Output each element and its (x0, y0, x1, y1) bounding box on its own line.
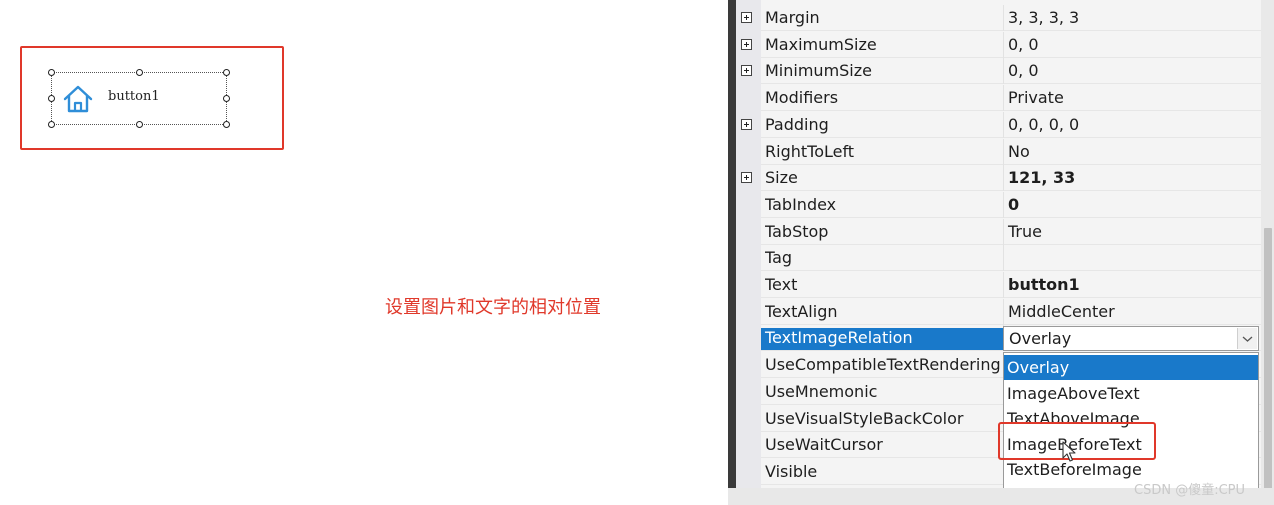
property-name: Visible (765, 462, 818, 481)
property-name: Modifiers (765, 88, 839, 107)
expand-plus-icon[interactable] (741, 119, 752, 130)
column-divider (1003, 272, 1004, 298)
property-name: TabIndex (765, 195, 837, 214)
resize-handle-bottom-left[interactable] (48, 121, 55, 128)
dropdown-option-overlay[interactable]: Overlay (1004, 355, 1258, 380)
property-name: UseWaitCursor (765, 435, 883, 454)
column-divider (1003, 85, 1004, 111)
property-value[interactable]: 0 (1008, 195, 1258, 214)
property-value[interactable]: MiddleCenter (1008, 302, 1258, 321)
resize-handle-top-left[interactable] (48, 69, 55, 76)
property-row-tabstop[interactable]: TabStop True (761, 219, 1261, 245)
column-divider (1003, 5, 1004, 31)
dropdown-current-value: Overlay (1009, 329, 1072, 348)
resize-handle-middle-left[interactable] (48, 95, 55, 102)
mouse-cursor-icon (1062, 441, 1076, 462)
property-name: TextAlign (765, 302, 838, 321)
dropdown-option-imageabovetext[interactable]: ImageAboveText (1004, 381, 1258, 406)
designer-button-text: button1 (108, 89, 160, 104)
column-divider (1003, 192, 1004, 218)
column-divider (1003, 58, 1004, 84)
property-value[interactable]: 0, 0 (1008, 61, 1258, 80)
property-row-margin[interactable]: Margin 3, 3, 3, 3 (741, 5, 1261, 31)
dropdown-arrow-button[interactable] (1237, 328, 1257, 349)
property-value[interactable]: 0, 0 (1008, 35, 1258, 54)
expand-plus-icon[interactable] (741, 12, 752, 23)
property-name: UseCompatibleTextRendering (765, 355, 1001, 374)
property-value[interactable]: 121, 33 (1008, 168, 1258, 187)
property-row-maximumsize[interactable]: MaximumSize 0, 0 (741, 32, 1261, 58)
property-name: UseVisualStyleBackColor (765, 409, 964, 428)
property-row-padding[interactable]: Padding 0, 0, 0, 0 (741, 112, 1261, 138)
property-name: Margin (765, 8, 820, 27)
watermark: CSDN @傻童:CPU (1134, 483, 1246, 498)
property-value[interactable]: True (1008, 222, 1258, 241)
property-row-minimumsize[interactable]: MinimumSize 0, 0 (741, 58, 1261, 84)
column-divider (1003, 299, 1004, 325)
resize-handle-top-center[interactable] (136, 69, 143, 76)
property-name: Size (765, 168, 798, 187)
resize-handle-bottom-right[interactable] (223, 121, 230, 128)
expand-plus-icon[interactable] (741, 39, 752, 50)
expand-plus-icon[interactable] (741, 65, 752, 76)
scrollbar-thumb[interactable] (1264, 228, 1272, 490)
property-value[interactable]: Private (1008, 88, 1258, 107)
column-divider (1003, 245, 1004, 271)
highlight-box-option (998, 422, 1156, 460)
textimagerelation-dropdown[interactable]: Overlay (1003, 326, 1259, 351)
resize-handle-middle-right[interactable] (223, 95, 230, 102)
column-divider (1003, 139, 1004, 165)
caption-text: 设置图片和文字的相对位置 (385, 297, 601, 318)
property-row-righttoleft[interactable]: RightToLeft No (761, 139, 1261, 165)
column-divider (1003, 165, 1004, 191)
property-name: Text (765, 275, 798, 294)
property-name: TextImageRelation (761, 328, 1003, 350)
property-name: Padding (765, 115, 829, 134)
property-row-modifiers[interactable]: Modifiers Private (761, 85, 1261, 111)
property-value[interactable]: 0, 0, 0, 0 (1008, 115, 1258, 134)
property-row-tabindex[interactable]: TabIndex 0 (761, 192, 1261, 218)
column-divider (1003, 32, 1004, 58)
property-row-textalign[interactable]: TextAlign MiddleCenter (761, 299, 1261, 325)
column-divider (1003, 219, 1004, 245)
property-value[interactable]: No (1008, 142, 1258, 161)
column-divider (1003, 112, 1004, 138)
property-name: RightToLeft (765, 142, 855, 161)
property-value[interactable]: button1 (1008, 275, 1258, 294)
property-row-text[interactable]: Text button1 (761, 272, 1261, 298)
property-name: UseMnemonic (765, 382, 878, 401)
resize-handle-top-right[interactable] (223, 69, 230, 76)
property-name: MaximumSize (765, 35, 877, 54)
property-row-tag[interactable]: Tag (761, 245, 1261, 271)
chevron-down-icon (1242, 336, 1253, 342)
property-name: TabStop (765, 222, 829, 241)
property-row-size[interactable]: Size 121, 33 (741, 165, 1261, 191)
resize-handle-bottom-center[interactable] (136, 121, 143, 128)
panel-border (728, 0, 736, 505)
property-value[interactable]: 3, 3, 3, 3 (1008, 8, 1258, 27)
house-icon (63, 85, 93, 113)
property-name: Tag (765, 248, 793, 267)
property-name: MinimumSize (765, 61, 872, 80)
expand-plus-icon[interactable] (741, 172, 752, 183)
